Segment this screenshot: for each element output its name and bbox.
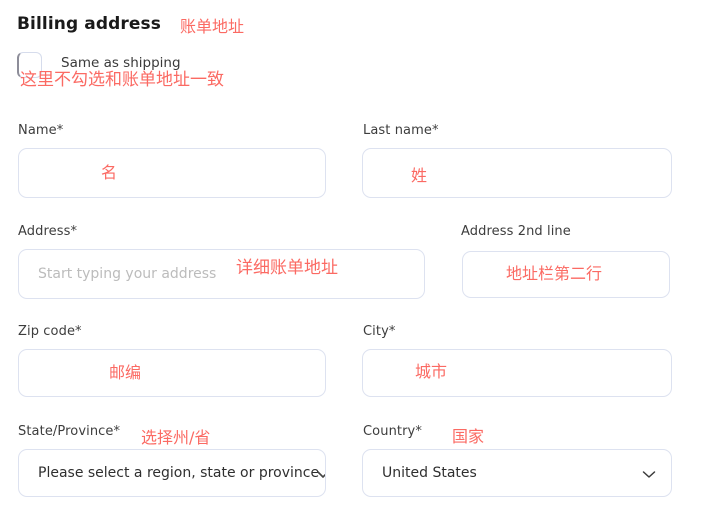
annotation-checkbox-note: 这里不勾选和账单地址一致 <box>20 70 224 90</box>
label-last-name: Last name* <box>363 123 439 138</box>
select-state-province[interactable]: Please select a region, state or provinc… <box>18 449 326 497</box>
checkbox-same-as-shipping-label: Same as shipping <box>61 55 181 71</box>
label-zip-code: Zip code* <box>18 324 82 339</box>
chevron-down-icon[interactable] <box>315 466 325 482</box>
placeholder-address: Start typing your address <box>38 266 217 282</box>
select-country-value: United States <box>382 465 477 481</box>
label-address: Address* <box>18 224 78 239</box>
annotation-first-name: 名 <box>101 163 118 182</box>
input-zip-code[interactable]: 邮编 <box>18 349 326 397</box>
label-state-province: State/Province* <box>18 424 121 439</box>
select-country[interactable]: United States <box>362 449 672 497</box>
annotation-billing-address: 账单地址 <box>180 17 245 36</box>
input-last-name[interactable]: 姓 <box>362 148 672 198</box>
label-address-2nd-line: Address 2nd line <box>461 224 571 239</box>
annotation-country: 国家 <box>452 427 485 446</box>
annotation-address-2nd-line: 地址栏第二行 <box>506 264 603 283</box>
input-city[interactable]: 城市 <box>362 349 672 397</box>
label-city: City* <box>363 324 396 339</box>
chevron-down-icon[interactable] <box>641 466 657 482</box>
label-country: Country* <box>363 424 422 439</box>
annotation-last-name: 姓 <box>411 166 428 185</box>
label-first-name: Name* <box>18 123 64 138</box>
input-address[interactable]: Start typing your address <box>18 249 425 299</box>
annotation-state-province: 选择州/省 <box>141 428 211 447</box>
annotation-city: 城市 <box>415 362 448 381</box>
annotation-address: 详细账单地址 <box>236 258 338 278</box>
input-address-2nd-line[interactable]: 地址栏第二行 <box>462 251 670 298</box>
page-title: Billing address <box>17 14 161 34</box>
annotation-zip-code: 邮编 <box>109 363 142 382</box>
select-state-province-value: Please select a region, state or provinc… <box>38 465 320 481</box>
input-first-name[interactable]: 名 <box>18 148 326 198</box>
